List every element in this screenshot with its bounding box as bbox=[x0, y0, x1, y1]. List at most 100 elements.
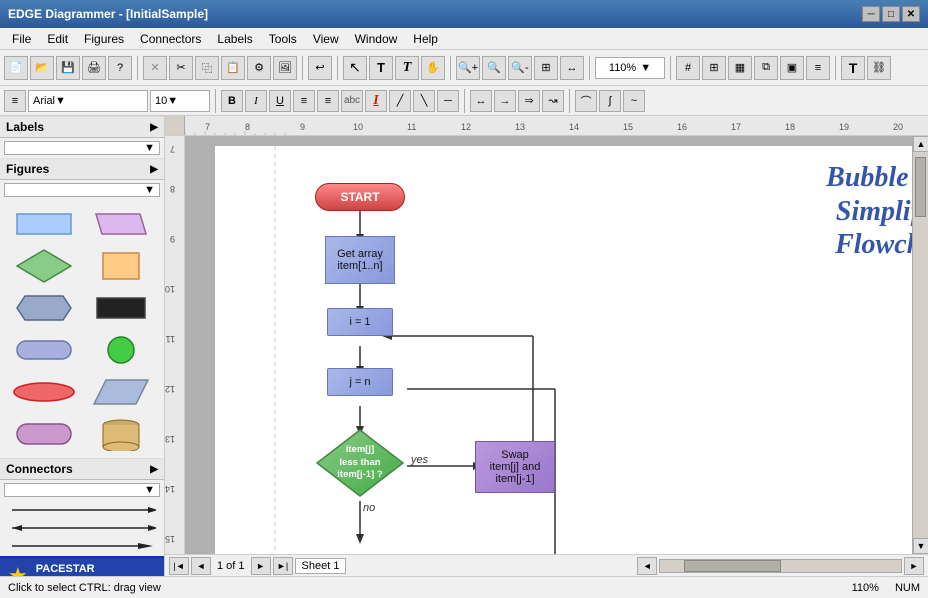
scroll-left-btn[interactable]: ◄ bbox=[637, 557, 657, 575]
open-btn[interactable]: 📂 bbox=[30, 56, 54, 80]
connector-2[interactable] bbox=[8, 522, 156, 534]
menu-help[interactable]: Help bbox=[405, 30, 446, 48]
curve2-btn[interactable]: ∫ bbox=[599, 90, 621, 112]
align-center-btn[interactable]: ≡ bbox=[317, 90, 339, 112]
shape-square[interactable] bbox=[85, 248, 156, 284]
connectors-dropdown[interactable]: ▼ bbox=[4, 483, 160, 497]
image-btn[interactable]: 🖼 bbox=[273, 56, 297, 80]
labels-header[interactable]: Labels ▶ bbox=[0, 116, 164, 138]
align-left-btn[interactable]: ≡ bbox=[293, 90, 315, 112]
curve1-btn[interactable]: ⌒ bbox=[575, 90, 597, 112]
nav-next-btn[interactable]: ► bbox=[251, 557, 271, 575]
align3-btn[interactable]: ⧉ bbox=[754, 56, 778, 80]
close-btn[interactable]: ✕ bbox=[902, 6, 920, 22]
copy-btn[interactable]: ⿻ bbox=[195, 56, 219, 80]
shape-cylinder[interactable] bbox=[85, 416, 156, 452]
menu-labels[interactable]: Labels bbox=[209, 30, 260, 48]
chain-btn[interactable]: ⛓ bbox=[867, 56, 891, 80]
spacing2-btn[interactable]: → bbox=[494, 90, 516, 112]
menu-tools[interactable]: Tools bbox=[261, 30, 305, 48]
sheet-tab[interactable]: Sheet 1 bbox=[295, 558, 347, 574]
maximize-btn[interactable]: □ bbox=[882, 6, 900, 22]
font-color-btn[interactable]: I bbox=[365, 90, 387, 112]
scroll-h-thumb[interactable] bbox=[684, 560, 780, 572]
nav-last-btn[interactable]: ►| bbox=[273, 557, 293, 575]
zoom-reset-btn[interactable]: 🔍 bbox=[482, 56, 506, 80]
connector-1[interactable] bbox=[8, 504, 156, 516]
delete-btn[interactable]: ✕ bbox=[143, 56, 167, 80]
shape-parallelogram[interactable] bbox=[85, 206, 156, 242]
line-slant1-btn[interactable]: ╱ bbox=[389, 90, 411, 112]
menu-edit[interactable]: Edit bbox=[39, 30, 76, 48]
save-btn[interactable]: 💾 bbox=[56, 56, 80, 80]
zoom-display[interactable]: 110% ▼ bbox=[595, 57, 665, 79]
underline-btn[interactable]: U bbox=[269, 90, 291, 112]
scroll-v[interactable]: ▲ ▼ bbox=[912, 136, 928, 554]
scroll-v-thumb[interactable] bbox=[915, 157, 926, 217]
connector-3[interactable] bbox=[8, 540, 156, 552]
shape-rounded2[interactable] bbox=[8, 416, 79, 452]
line-slant2-btn[interactable]: ╲ bbox=[413, 90, 435, 112]
shape-rect-dark[interactable] bbox=[85, 290, 156, 326]
shape-rect[interactable] bbox=[8, 206, 79, 242]
new-btn[interactable]: 📄 bbox=[4, 56, 28, 80]
font-dropdown[interactable]: Arial ▼ bbox=[28, 90, 148, 112]
shape-oval[interactable] bbox=[8, 374, 79, 410]
nav-first-btn[interactable]: |◄ bbox=[169, 557, 189, 575]
figures-header[interactable]: Figures ▶ bbox=[0, 158, 164, 180]
shape-hexagon[interactable] bbox=[8, 290, 79, 326]
shape-circle[interactable] bbox=[85, 332, 156, 368]
italic-btn[interactable]: I bbox=[245, 90, 267, 112]
cut-btn[interactable]: ✂ bbox=[169, 56, 193, 80]
menu-window[interactable]: Window bbox=[347, 30, 406, 48]
select-btn[interactable]: ↖ bbox=[343, 56, 367, 80]
shape-diamond[interactable] bbox=[8, 248, 79, 284]
line-h-btn[interactable]: ─ bbox=[437, 90, 459, 112]
align2-btn[interactable]: ▦ bbox=[728, 56, 752, 80]
spacing3-btn[interactable]: ⇒ bbox=[518, 90, 540, 112]
grid-btn[interactable]: # bbox=[676, 56, 700, 80]
connectors-header[interactable]: Connectors ▶ bbox=[0, 458, 164, 480]
scroll-h-track[interactable] bbox=[659, 559, 902, 573]
text2-btn[interactable]: T bbox=[395, 56, 419, 80]
style-btn[interactable]: ≡ bbox=[4, 90, 26, 112]
text-btn[interactable]: T bbox=[369, 56, 393, 80]
paste-btn[interactable]: 📋 bbox=[221, 56, 245, 80]
menu-file[interactable]: File bbox=[4, 30, 39, 48]
spacing1-btn[interactable]: ↔ bbox=[470, 90, 492, 112]
scroll-right-btn[interactable]: ► bbox=[904, 557, 924, 575]
nav-prev-btn[interactable]: ◄ bbox=[191, 557, 211, 575]
zoom-fit-btn[interactable]: ⊞ bbox=[534, 56, 558, 80]
undo-btn[interactable]: ↩ bbox=[308, 56, 332, 80]
arrange-btn[interactable]: ≡ bbox=[806, 56, 830, 80]
help-btn[interactable]: ? bbox=[108, 56, 132, 80]
menu-figures[interactable]: Figures bbox=[76, 30, 132, 48]
scroll-v-track[interactable] bbox=[913, 152, 928, 538]
menu-connectors[interactable]: Connectors bbox=[132, 30, 209, 48]
diagram-canvas[interactable]: Bubble SortSimplifiedFlowchart bbox=[185, 136, 912, 554]
align1-btn[interactable]: ⊞ bbox=[702, 56, 726, 80]
textlarge-btn[interactable]: T bbox=[841, 56, 865, 80]
minimize-btn[interactable]: ─ bbox=[862, 6, 880, 22]
hand-btn[interactable]: ✋ bbox=[421, 56, 445, 80]
print-btn[interactable]: 🖨 bbox=[82, 56, 106, 80]
figures-dropdown[interactable]: ▼ bbox=[4, 183, 160, 197]
font-dropdown-arrow[interactable]: ▼ bbox=[55, 95, 66, 107]
zoom-width-btn[interactable]: ↔ bbox=[560, 56, 584, 80]
align4-btn[interactable]: ▣ bbox=[780, 56, 804, 80]
menu-view[interactable]: View bbox=[305, 30, 347, 48]
zoom-dropdown-arrow[interactable]: ▼ bbox=[640, 62, 651, 74]
arrow-style-btn[interactable]: ↝ bbox=[542, 90, 564, 112]
labels-dropdown[interactable]: ▼ bbox=[4, 141, 160, 155]
size-dropdown[interactable]: 10 ▼ bbox=[150, 90, 210, 112]
zoom-out-btn[interactable]: 🔍- bbox=[508, 56, 532, 80]
bold-btn[interactable]: B bbox=[221, 90, 243, 112]
zoom-in-btn[interactable]: 🔍+ bbox=[456, 56, 480, 80]
shape-rounded[interactable] bbox=[8, 332, 79, 368]
shape-skew[interactable] bbox=[85, 374, 156, 410]
scroll-up-btn[interactable]: ▲ bbox=[913, 136, 928, 152]
scroll-down-btn[interactable]: ▼ bbox=[913, 538, 928, 554]
curve3-btn[interactable]: ~ bbox=[623, 90, 645, 112]
format-btn[interactable]: ⚙ bbox=[247, 56, 271, 80]
size-dropdown-arrow[interactable]: ▼ bbox=[167, 95, 178, 107]
